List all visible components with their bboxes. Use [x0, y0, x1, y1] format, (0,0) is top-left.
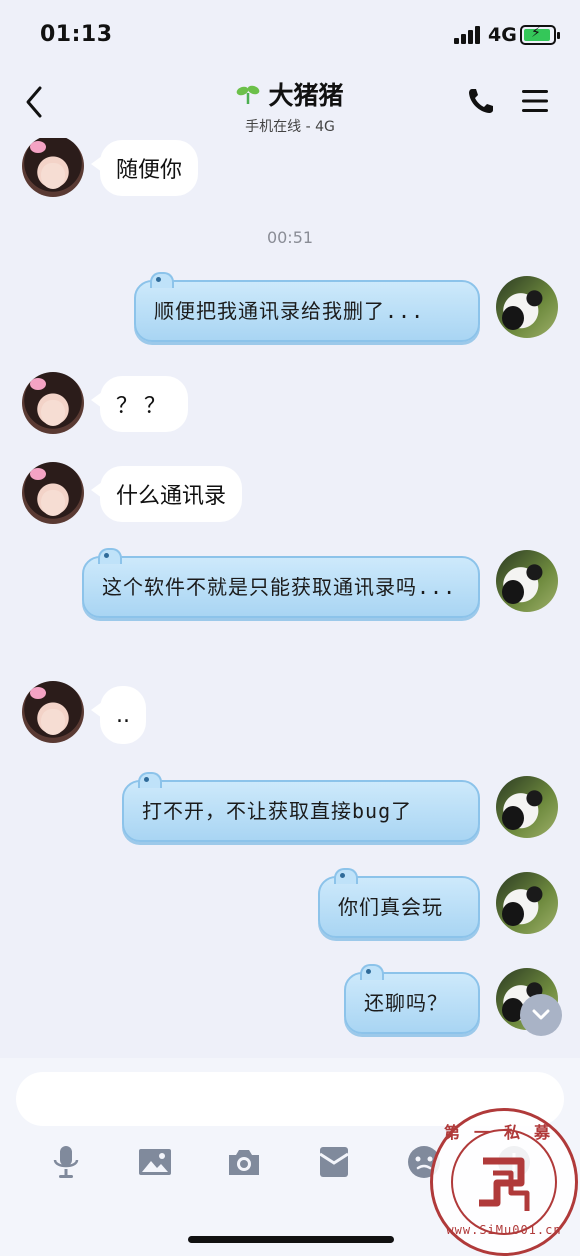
contact-avatar[interactable]: [22, 681, 84, 743]
received-message[interactable]: ？？: [90, 376, 189, 432]
received-message[interactable]: 什么通讯录: [90, 466, 243, 522]
battery-icon: ⚡: [520, 25, 560, 45]
online-status: 手机在线 - 4G: [245, 119, 335, 135]
sent-message[interactable]: 打不开，不让获取直接bug了: [122, 772, 480, 842]
message-list[interactable]: 随便你 00:51 顺便把我通讯录给我删了... ？？ 什么通讯录 这个软件不就…: [0, 138, 580, 1058]
status-bar: 01:13 4G ⚡: [0, 0, 580, 66]
sprout-icon: [237, 85, 260, 104]
contact-avatar[interactable]: [22, 138, 84, 197]
contact-avatar[interactable]: [22, 462, 84, 524]
chat-header: 大猪猪 手机在线 - 4G: [0, 66, 580, 138]
camera-icon[interactable]: [226, 1144, 262, 1180]
phone-call-icon[interactable]: [466, 86, 496, 116]
scroll-to-bottom-button[interactable]: [520, 994, 562, 1036]
received-message[interactable]: 随便你: [90, 140, 199, 196]
microphone-icon[interactable]: [48, 1144, 84, 1180]
my-avatar[interactable]: [496, 872, 558, 934]
menu-icon[interactable]: [520, 88, 550, 114]
received-message[interactable]: ..: [91, 686, 146, 744]
sent-message[interactable]: 顺便把我通讯录给我删了...: [134, 272, 480, 342]
status-time: 01:13: [40, 22, 113, 47]
home-indicator[interactable]: [188, 1236, 394, 1243]
network-type: 4G: [488, 24, 517, 46]
signal-icon: [454, 26, 482, 44]
my-avatar[interactable]: [496, 276, 558, 338]
red-envelope-icon[interactable]: [316, 1144, 352, 1180]
sent-message[interactable]: 还聊吗？: [344, 964, 480, 1034]
image-icon[interactable]: [137, 1144, 173, 1180]
contact-name[interactable]: 大猪猪: [268, 76, 343, 112]
my-avatar[interactable]: [496, 550, 558, 612]
my-avatar[interactable]: [496, 776, 558, 838]
sent-message[interactable]: 这个软件不就是只能获取通讯录吗...: [82, 548, 480, 618]
watermark-inner-ring: [451, 1129, 557, 1235]
watermark-seal: 第一私募 www.SiMu001.cn: [430, 1108, 578, 1256]
sent-message[interactable]: 你们真会玩: [318, 868, 480, 938]
chevron-down-icon: [532, 1009, 550, 1020]
watermark-logo: [479, 1157, 530, 1211]
watermark-bottom-text: www.SiMu001.cn: [446, 1223, 562, 1237]
message-timestamp: 00:51: [266, 228, 314, 247]
contact-avatar[interactable]: [22, 372, 84, 434]
